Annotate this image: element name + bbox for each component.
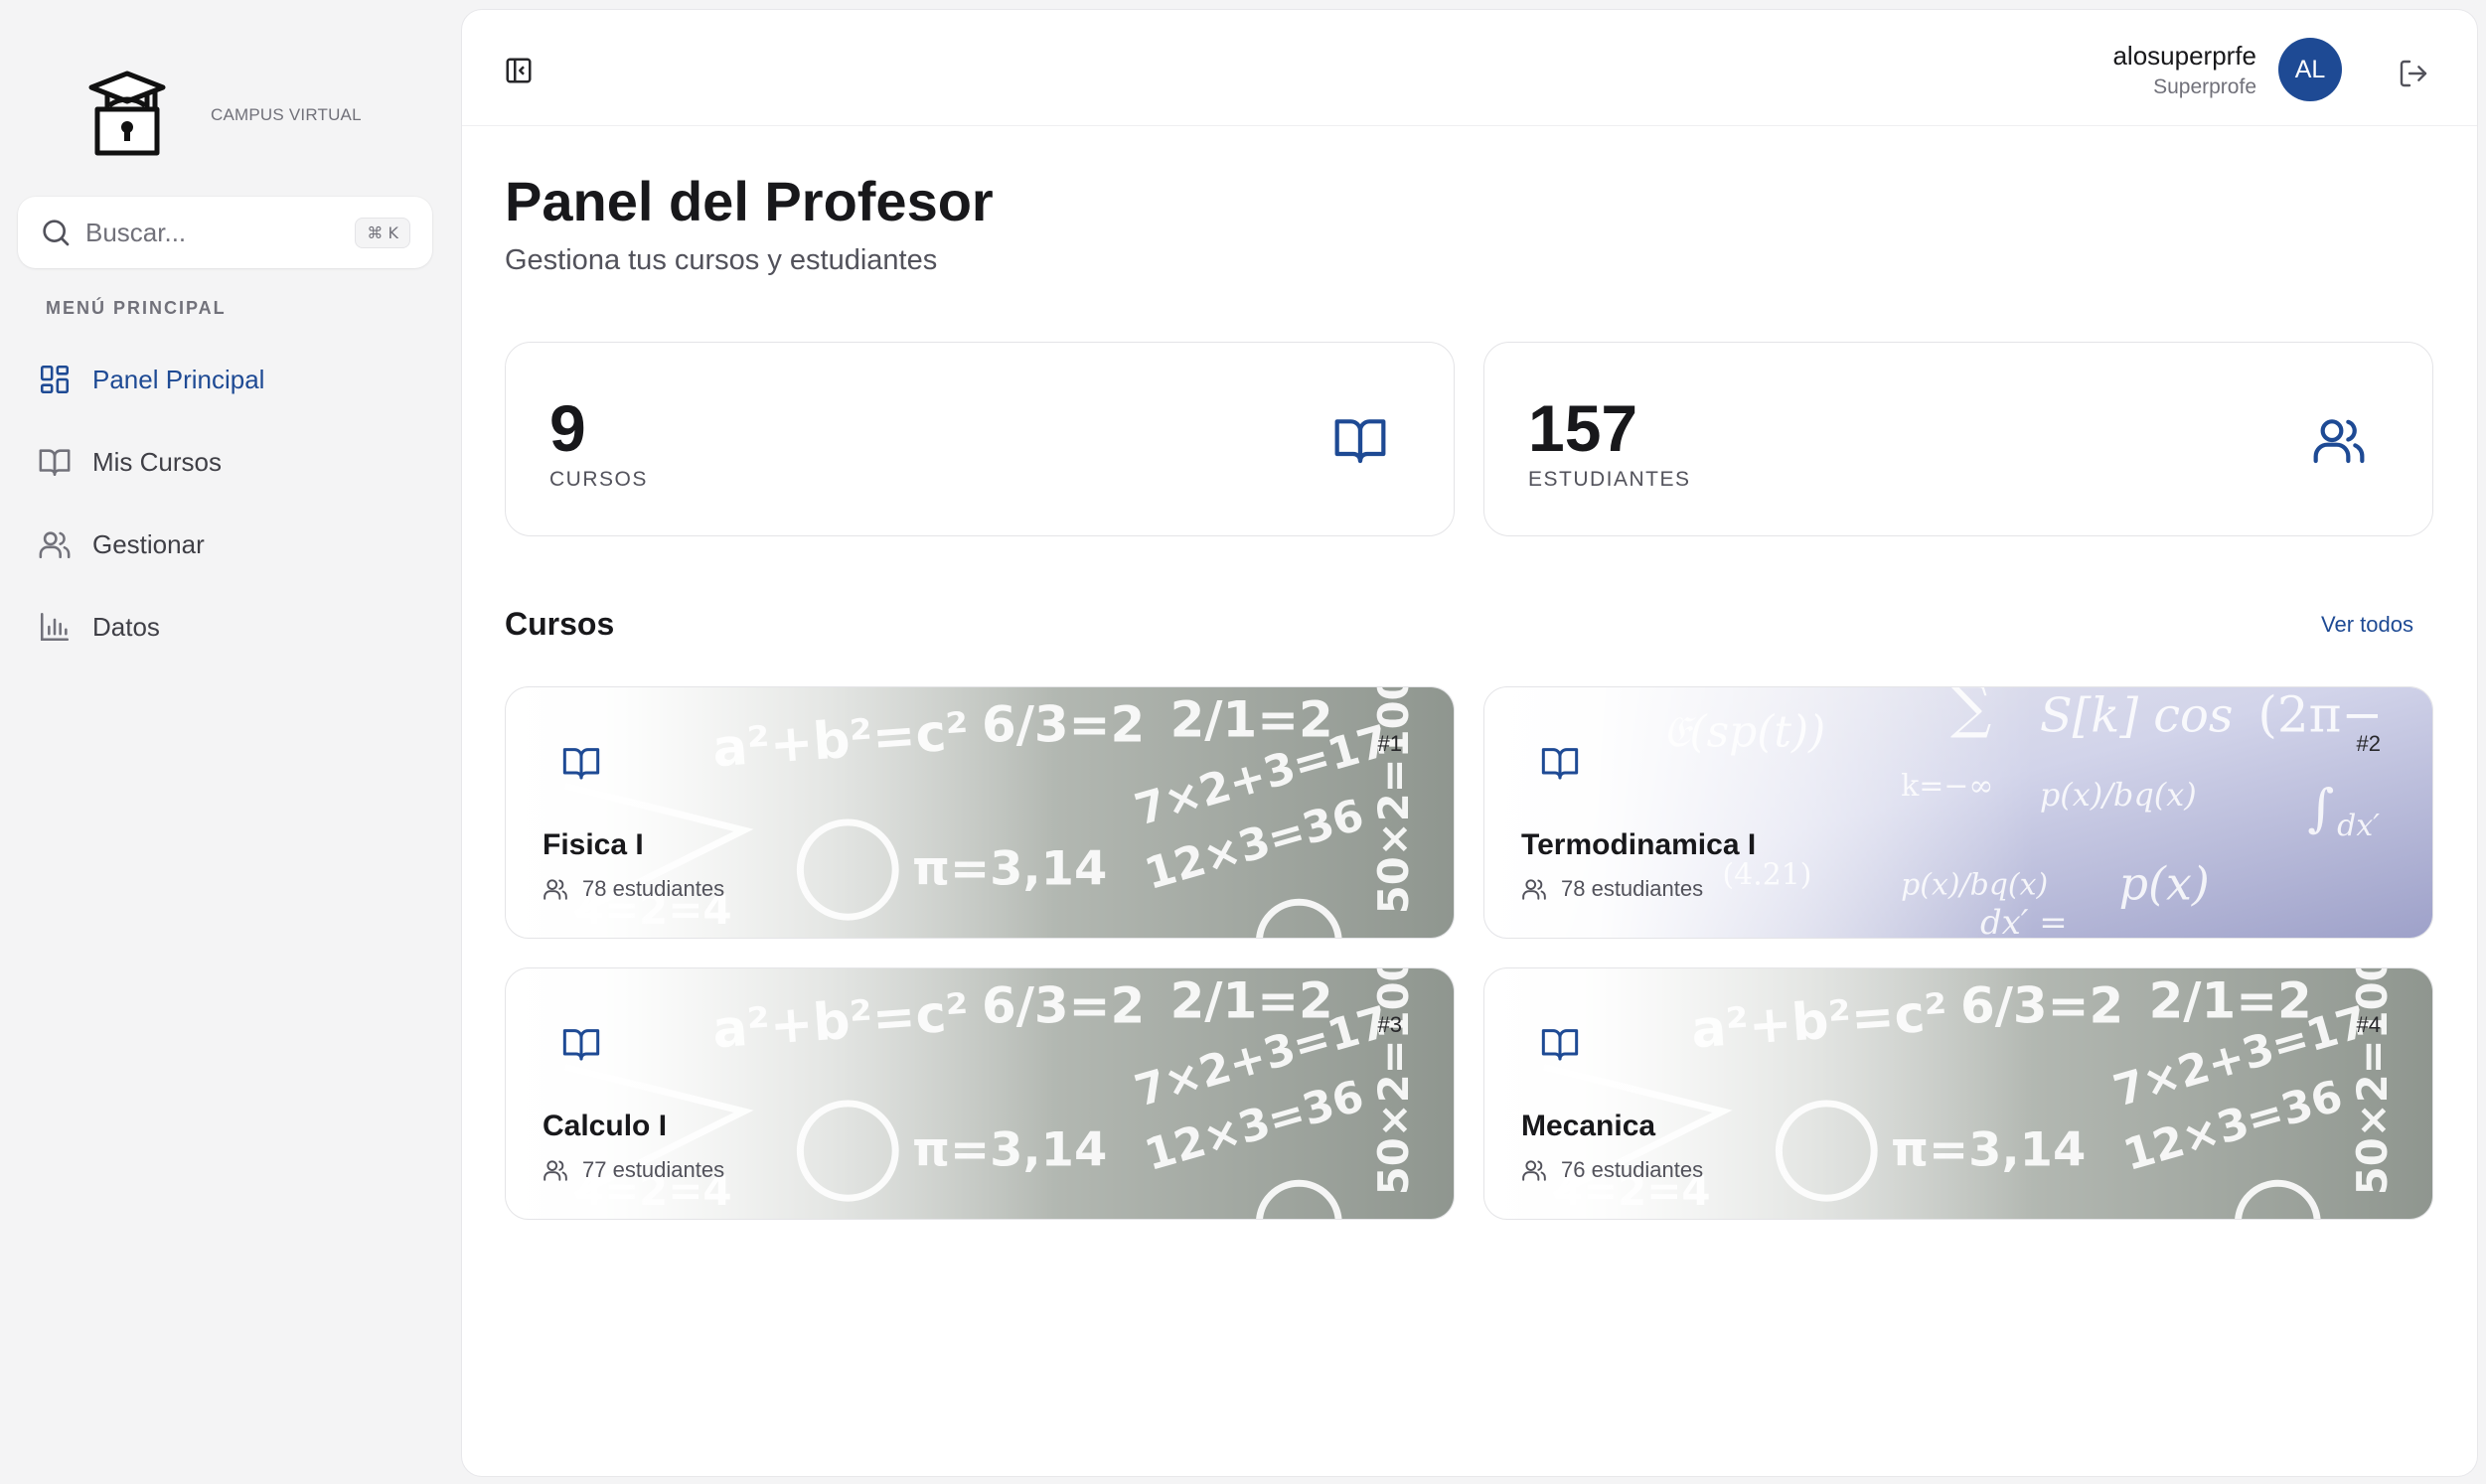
users-icon [1522,1160,1546,1181]
course-students: 77 estudiantes [543,1157,724,1183]
book-icon [1334,419,1386,464]
page-subtitle: Gestiona tus cursos y estudiantes [505,244,938,276]
sidebar-item-mis-cursos[interactable]: Mis Cursos [18,430,432,494]
course-title: Mecanica [1521,1110,1656,1142]
course-students: 78 estudiantes [543,876,724,902]
stat-card-cursos: 9 CURSOS [505,342,1455,536]
course-students-count: 78 estudiantes [1561,876,1704,901]
search-box[interactable]: ⌘ K [18,197,432,268]
graduation-lock-icon [88,71,166,156]
users-icon [1522,879,1546,900]
course-title: Termodinamica I [1521,828,1757,861]
user-info: alosuperprfe Superprofe [2112,41,2256,99]
search-input[interactable] [85,217,344,248]
sidebar-item-label: Gestionar [92,528,205,559]
stat-card-estudiantes: 157 ESTUDIANTES [1483,342,2433,536]
top-bar: alosuperprfe Superprofe AL [462,10,2477,126]
user-role: Superprofe [2153,74,2256,98]
avatar[interactable]: AL [2278,38,2342,101]
users-icon [544,1160,567,1181]
course-students-count: 77 estudiantes [582,1157,725,1182]
book-icon [1541,748,1579,780]
book-icon [39,449,71,477]
brand-name: CAMPUS VIRTUAL [211,105,362,124]
dashboard-icon [40,365,70,394]
users-icon [544,879,567,900]
course-card[interactable]: a²+b²=c² 6/3=2 2/1=2 7×2+3=17 12×3=36 π=… [505,967,1455,1220]
course-card[interactable]: a²+b²=c² 6/3=2 2/1=2 7×2+3=17 12×3=36 π=… [505,686,1455,939]
menu-section-title: MENÚ PRINCIPAL [46,298,227,318]
course-index: #1 [1377,731,1402,756]
section-title-cursos: Cursos [505,606,615,642]
sidebar-item-datos[interactable]: Datos [18,595,432,659]
sidebar-item-gestionar[interactable]: Gestionar [18,513,432,576]
sidebar-item-label: Panel Principal [92,364,265,394]
users-icon [2313,419,2365,464]
course-title: Fisica I [543,828,644,861]
course-index: #3 [1377,1012,1402,1037]
logout-icon[interactable] [2398,58,2429,89]
stat-value: 9 [549,391,586,465]
see-all-link[interactable]: Ver todos [2321,612,2413,638]
book-icon [562,748,600,780]
book-icon [1541,1029,1579,1061]
sidebar-toggle-icon[interactable] [504,56,534,85]
stat-label: CURSOS [549,468,648,491]
sidebar-item-label: Mis Cursos [92,446,223,477]
main-panel: alosuperprfe Superprofe AL Panel del Pro… [462,10,2477,1476]
book-icon [562,1029,600,1061]
course-title: Calculo I [543,1110,668,1142]
user-name: alosuperprfe [2112,40,2256,71]
sidebar-item-label: Datos [92,611,160,642]
stat-label: ESTUDIANTES [1528,468,1691,491]
course-students-count: 78 estudiantes [582,876,725,901]
users-icon [39,531,71,559]
course-card[interactable]: a²+b²=c² 6/3=2 2/1=2 7×2+3=17 12×3=36 π=… [1483,967,2433,1220]
stat-value: 157 [1528,391,1638,465]
course-students-count: 76 estudiantes [1561,1157,1704,1182]
course-students: 78 estudiantes [1521,876,1703,902]
course-index: #4 [2356,1012,2381,1037]
sidebar-item-panel-principal[interactable]: Panel Principal [18,348,432,411]
course-index: #2 [2356,731,2381,756]
sidebar-menu: Panel Principal Mis Cursos Gestionar Dat… [18,348,432,677]
user-menu[interactable]: alosuperprfe Superprofe AL [2112,38,2342,101]
course-students: 76 estudiantes [1521,1157,1703,1183]
course-card[interactable]: 𝔈(sp(t)) ∑ S[k] cos (2π− k=−∞ p(x)/bq(x)… [1483,686,2433,939]
page-title: Panel del Profesor [505,170,994,232]
search-icon [43,220,70,246]
brand[interactable]: CAMPUS VIRTUAL [87,70,362,159]
bar-chart-icon [40,612,70,642]
search-shortcut-badge: ⌘ K [355,217,410,248]
sidebar: CAMPUS VIRTUAL ⌘ K MENÚ PRINCIPAL Panel … [0,0,462,1484]
